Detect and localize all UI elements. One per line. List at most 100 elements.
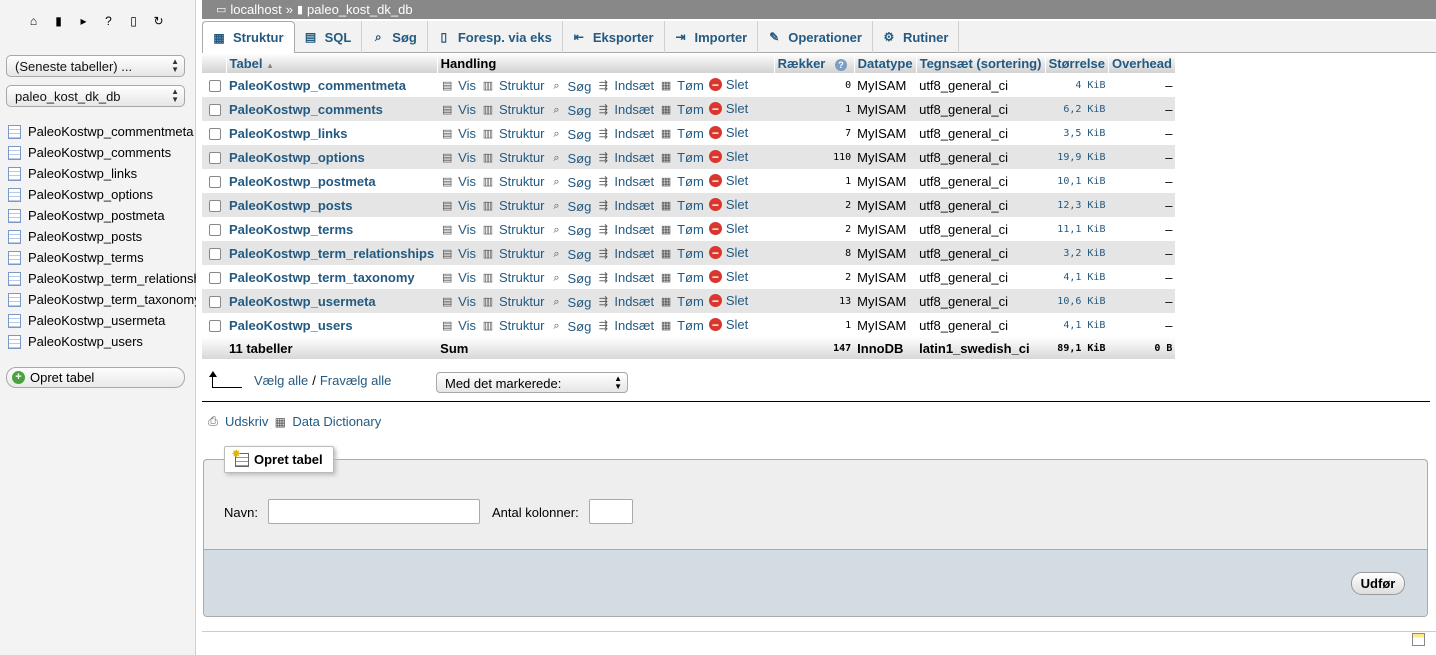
header-tabel[interactable]: Tabel ▲ <box>226 53 438 73</box>
action-browse[interactable]: ▤ Vis <box>440 270 476 285</box>
action-empty[interactable]: ▦ Tøm <box>659 270 704 285</box>
row-size-link[interactable]: 3,2 KiB <box>1045 241 1109 265</box>
action-browse[interactable]: ▤ Vis <box>440 246 476 261</box>
action-search[interactable]: ⌕ Søg <box>550 319 591 334</box>
action-browse[interactable]: ▤ Vis <box>440 222 476 237</box>
deselect-all-link[interactable]: Fravælg alle <box>320 373 392 388</box>
documentation-icon[interactable]: ▯ <box>124 12 143 29</box>
action-insert[interactable]: ⇶ Indsæt <box>596 126 654 141</box>
header-collation[interactable]: Tegnsæt (sortering) <box>916 53 1046 73</box>
action-search[interactable]: ⌕ Søg <box>550 151 591 166</box>
action-insert[interactable]: ⇶ Indsæt <box>596 174 654 189</box>
sidebar-table-item[interactable]: PaleoKostwp_posts <box>8 226 196 247</box>
tab-import[interactable]: ⇥ Importer <box>665 21 759 53</box>
action-empty[interactable]: ▦ Tøm <box>659 78 704 93</box>
action-insert[interactable]: ⇶ Indsæt <box>596 102 654 117</box>
header-size[interactable]: Størrelse <box>1045 53 1109 73</box>
with-selected-select[interactable]: Med det markerede: ▲ ▼ <box>436 372 628 393</box>
header-overhead[interactable]: Overhead <box>1108 53 1176 73</box>
action-structure[interactable]: ▥ Struktur <box>481 198 545 213</box>
action-empty[interactable]: ▦ Tøm <box>659 102 704 117</box>
tab-query[interactable]: ▯ Foresp. via eks <box>428 21 563 53</box>
action-insert[interactable]: ⇶ Indsæt <box>596 198 654 213</box>
table-name-link[interactable]: PaleoKostwp_postmeta <box>226 169 438 193</box>
row-size-link[interactable]: 10,1 KiB <box>1045 169 1109 193</box>
action-insert[interactable]: ⇶ Indsæt <box>596 270 654 285</box>
table-name-link[interactable]: PaleoKostwp_comments <box>226 97 438 121</box>
data-dictionary-link[interactable]: Data Dictionary <box>292 414 381 429</box>
action-insert[interactable]: ⇶ Indsæt <box>596 246 654 261</box>
row-size-link[interactable]: 4 KiB <box>1045 73 1109 97</box>
action-empty[interactable]: ▦ Tøm <box>659 150 704 165</box>
print-link[interactable]: Udskriv <box>225 414 268 429</box>
header-rows[interactable]: Rækker ? <box>774 53 855 73</box>
row-size-link[interactable]: 10,6 KiB <box>1045 289 1109 313</box>
action-search[interactable]: ⌕ Søg <box>550 271 591 286</box>
query-window-icon[interactable]: ▸ <box>74 12 93 29</box>
row-checkbox[interactable] <box>209 295 221 308</box>
action-search[interactable]: ⌕ Søg <box>550 199 591 214</box>
breadcrumb-database[interactable]: paleo_kost_dk_db <box>307 2 413 17</box>
sidebar-table-item[interactable]: PaleoKostwp_options <box>8 184 196 205</box>
tab-struktur[interactable]: ▦ Struktur <box>202 21 295 54</box>
tab-sql[interactable]: ▤ SQL <box>295 21 363 53</box>
action-empty[interactable]: ▦ Tøm <box>659 222 704 237</box>
action-delete[interactable]: − Slet <box>708 293 748 308</box>
row-size-link[interactable]: 11,1 KiB <box>1045 217 1109 241</box>
action-delete[interactable]: − Slet <box>708 149 748 164</box>
action-delete[interactable]: − Slet <box>708 221 748 236</box>
tab-search[interactable]: ⌕ Søg <box>362 21 428 53</box>
sidebar-table-item[interactable]: PaleoKostwp_comments <box>8 142 196 163</box>
reload-icon[interactable]: ↻ <box>149 12 168 29</box>
row-checkbox[interactable] <box>209 319 221 332</box>
action-search[interactable]: ⌕ Søg <box>550 175 591 190</box>
action-browse[interactable]: ▤ Vis <box>440 174 476 189</box>
row-checkbox[interactable] <box>209 103 221 116</box>
table-name-link[interactable]: PaleoKostwp_term_taxonomy <box>226 265 438 289</box>
tab-routines[interactable]: ⚙ Rutiner <box>873 21 960 53</box>
breadcrumb-server[interactable]: localhost <box>230 2 281 17</box>
action-search[interactable]: ⌕ Søg <box>550 127 591 142</box>
sidebar-table-item[interactable]: PaleoKostwp_postmeta <box>8 205 196 226</box>
sidebar-table-item[interactable]: PaleoKostwp_terms <box>8 247 196 268</box>
row-checkbox[interactable] <box>209 175 221 188</box>
action-insert[interactable]: ⇶ Indsæt <box>596 222 654 237</box>
column-count-input[interactable] <box>589 499 633 524</box>
action-structure[interactable]: ▥ Struktur <box>481 174 545 189</box>
sidebar-table-item[interactable]: PaleoKostwp_links <box>8 163 196 184</box>
row-size-link[interactable]: 4,1 KiB <box>1045 313 1109 337</box>
row-size-link[interactable]: 4,1 KiB <box>1045 265 1109 289</box>
action-browse[interactable]: ▤ Vis <box>440 150 476 165</box>
action-delete[interactable]: − Slet <box>708 317 748 332</box>
row-checkbox[interactable] <box>209 199 221 212</box>
action-structure[interactable]: ▥ Struktur <box>481 102 545 117</box>
row-checkbox[interactable] <box>209 127 221 140</box>
table-name-link[interactable]: PaleoKostwp_posts <box>226 193 438 217</box>
action-search[interactable]: ⌕ Søg <box>550 103 591 118</box>
action-structure[interactable]: ▥ Struktur <box>481 126 545 141</box>
action-structure[interactable]: ▥ Struktur <box>481 150 545 165</box>
recent-tables-select[interactable]: (Seneste tabeller) ... ▲ ▼ <box>6 55 185 77</box>
sidebar-table-item[interactable]: PaleoKostwp_commentmeta <box>8 121 196 142</box>
database-select[interactable]: paleo_kost_dk_db ▲ ▼ <box>6 85 185 107</box>
select-all-link[interactable]: Vælg alle <box>254 373 308 388</box>
home-icon[interactable]: ⌂ <box>24 12 43 29</box>
table-name-link[interactable]: PaleoKostwp_options <box>226 145 438 169</box>
tab-export[interactable]: ⇤ Eksporter <box>563 21 665 53</box>
row-checkbox[interactable] <box>209 79 221 92</box>
sidebar-table-item[interactable]: PaleoKostwp_usermeta <box>8 310 196 331</box>
action-empty[interactable]: ▦ Tøm <box>659 126 704 141</box>
row-checkbox[interactable] <box>209 247 221 260</box>
submit-button[interactable]: Udfør <box>1351 572 1405 595</box>
action-empty[interactable]: ▦ Tøm <box>659 294 704 309</box>
table-name-link[interactable]: PaleoKostwp_users <box>226 313 438 337</box>
sidebar-table-item[interactable]: PaleoKostwp_term_relationships <box>8 268 196 289</box>
sidebar-create-table-button[interactable]: + Opret tabel <box>6 367 185 388</box>
action-insert[interactable]: ⇶ Indsæt <box>596 294 654 309</box>
action-browse[interactable]: ▤ Vis <box>440 198 476 213</box>
header-datatype[interactable]: Datatype <box>854 53 917 73</box>
table-name-link[interactable]: PaleoKostwp_commentmeta <box>226 73 438 97</box>
tab-operations[interactable]: ✎ Operationer <box>758 21 873 53</box>
row-checkbox[interactable] <box>209 223 221 236</box>
action-delete[interactable]: − Slet <box>708 245 748 260</box>
